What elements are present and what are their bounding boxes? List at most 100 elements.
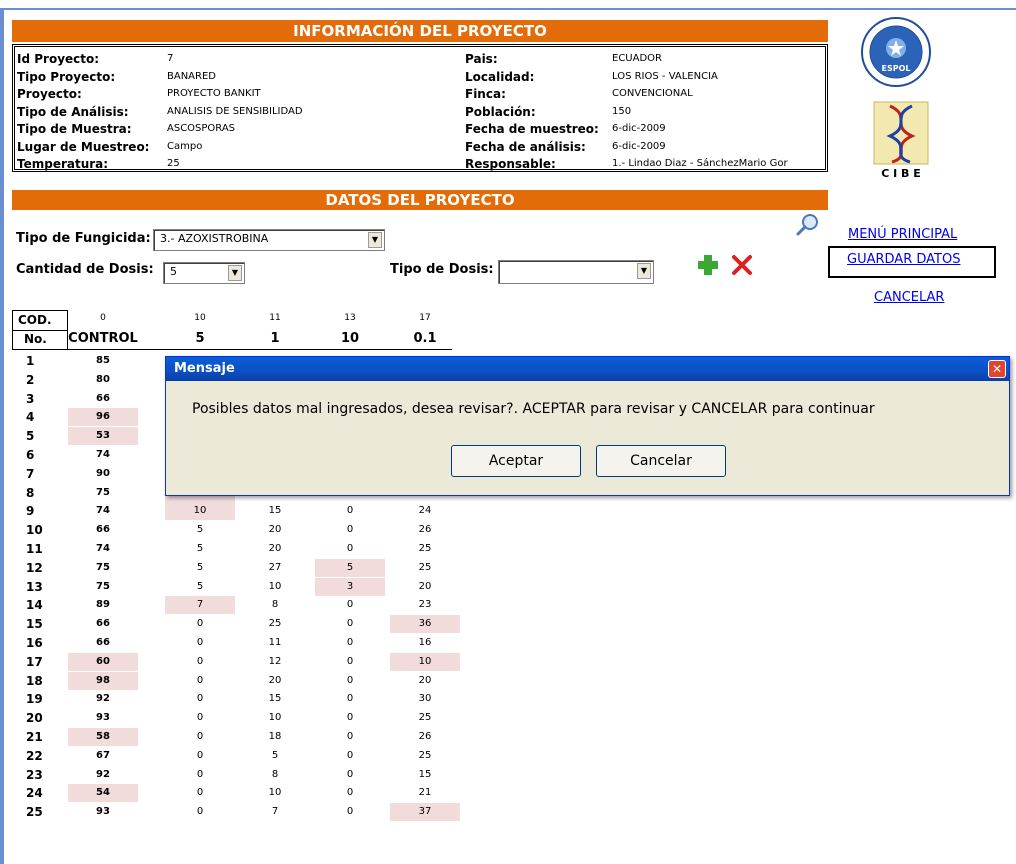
table-cell[interactable]: 7 — [240, 803, 310, 821]
table-cell[interactable]: 0 — [315, 540, 385, 558]
table-cell[interactable]: 0 — [165, 615, 235, 633]
search-icon[interactable] — [795, 212, 821, 238]
table-cell[interactable]: 0 — [315, 728, 385, 746]
table-cell[interactable]: 93 — [68, 709, 138, 727]
table-cell[interactable]: 10 — [240, 578, 310, 596]
table-cell[interactable]: 0 — [165, 653, 235, 671]
table-cell[interactable]: 92 — [68, 766, 138, 784]
table-cell[interactable]: 0 — [315, 596, 385, 614]
table-cell[interactable]: 96 — [68, 408, 138, 427]
table-cell[interactable]: 15 — [240, 690, 310, 708]
table-cell[interactable]: 5 — [165, 578, 235, 596]
table-cell[interactable]: 26 — [390, 521, 460, 539]
table-cell[interactable]: 11 — [240, 634, 310, 652]
table-cell[interactable]: 26 — [390, 728, 460, 746]
table-cell[interactable]: 0 — [315, 672, 385, 690]
table-cell[interactable]: 10 — [390, 652, 460, 671]
table-cell[interactable]: 0 — [165, 709, 235, 727]
table-cell[interactable]: 74 — [68, 502, 138, 520]
table-cell[interactable]: 20 — [240, 672, 310, 690]
table-cell[interactable]: 21 — [390, 784, 460, 802]
table-cell[interactable]: 10 — [165, 502, 235, 521]
table-cell[interactable]: 85 — [68, 352, 138, 370]
table-cell[interactable]: 12 — [240, 653, 310, 671]
table-cell[interactable]: 5 — [165, 540, 235, 558]
table-cell[interactable]: 66 — [68, 615, 138, 633]
table-cell[interactable]: 0 — [315, 747, 385, 765]
table-cell[interactable]: 60 — [68, 652, 138, 671]
table-cell[interactable]: 18 — [240, 728, 310, 746]
table-cell[interactable]: 92 — [68, 690, 138, 708]
table-cell[interactable]: 0 — [315, 690, 385, 708]
table-cell[interactable]: 0 — [315, 709, 385, 727]
add-icon[interactable] — [696, 253, 720, 277]
delete-icon[interactable] — [730, 253, 754, 277]
table-cell[interactable]: 0 — [315, 766, 385, 784]
table-cell[interactable]: 75 — [68, 559, 138, 577]
menu-principal-link[interactable]: MENÚ PRINCIPAL — [848, 227, 957, 242]
guardar-datos-link[interactable]: GUARDAR DATOS — [847, 252, 960, 267]
table-cell[interactable]: 10 — [240, 709, 310, 727]
table-cell[interactable]: 24 — [390, 502, 460, 520]
table-cell[interactable]: 15 — [390, 766, 460, 784]
table-cell[interactable]: 20 — [390, 672, 460, 690]
table-cell[interactable]: 0 — [165, 728, 235, 746]
table-cell[interactable]: 0 — [165, 634, 235, 652]
table-cell[interactable]: 75 — [68, 578, 138, 596]
table-cell[interactable]: 0 — [315, 521, 385, 539]
chevron-down-icon[interactable]: ▼ — [368, 232, 382, 248]
table-cell[interactable]: 5 — [240, 747, 310, 765]
table-cell[interactable]: 8 — [240, 766, 310, 784]
table-cell[interactable]: 20 — [240, 521, 310, 539]
table-cell[interactable]: 0 — [315, 502, 385, 520]
table-cell[interactable]: 66 — [68, 634, 138, 652]
table-cell[interactable]: 0 — [165, 766, 235, 784]
tipo-dosis-select[interactable]: ▼ — [498, 260, 654, 284]
table-cell[interactable]: 0 — [165, 803, 235, 821]
close-icon[interactable]: ✕ — [988, 360, 1006, 378]
table-cell[interactable]: 25 — [390, 747, 460, 765]
cancelar-link[interactable]: CANCELAR — [874, 290, 944, 305]
table-cell[interactable]: 25 — [390, 540, 460, 558]
table-cell[interactable]: 5 — [165, 559, 235, 577]
table-cell[interactable]: 0 — [315, 634, 385, 652]
table-cell[interactable]: 80 — [68, 371, 138, 389]
table-cell[interactable]: 27 — [240, 559, 310, 577]
fungicida-select[interactable]: 3.- AZOXISTROBINA ▼ — [153, 229, 385, 251]
table-cell[interactable]: 74 — [68, 540, 138, 558]
table-cell[interactable]: 75 — [68, 484, 138, 502]
table-cell[interactable]: 20 — [240, 540, 310, 558]
cantidad-select[interactable]: 5 ▼ — [163, 262, 245, 284]
table-cell[interactable]: 15 — [240, 502, 310, 520]
table-cell[interactable]: 0 — [315, 784, 385, 802]
table-cell[interactable]: 16 — [390, 634, 460, 652]
table-cell[interactable]: 5 — [315, 558, 385, 577]
table-cell[interactable]: 53 — [68, 427, 138, 446]
chevron-down-icon[interactable]: ▼ — [637, 263, 651, 279]
table-cell[interactable]: 25 — [390, 559, 460, 577]
table-cell[interactable]: 0 — [315, 803, 385, 821]
chevron-down-icon[interactable]: ▼ — [228, 265, 242, 281]
table-cell[interactable]: 66 — [68, 521, 138, 539]
table-cell[interactable]: 67 — [68, 747, 138, 765]
table-cell[interactable]: 0 — [165, 672, 235, 690]
table-cell[interactable]: 3 — [315, 577, 385, 596]
table-cell[interactable]: 93 — [68, 803, 138, 821]
table-cell[interactable]: 0 — [165, 784, 235, 802]
table-cell[interactable]: 37 — [390, 803, 460, 822]
accept-button[interactable]: Aceptar — [451, 445, 581, 477]
table-cell[interactable]: 89 — [68, 596, 138, 614]
table-cell[interactable]: 0 — [315, 653, 385, 671]
table-cell[interactable]: 0 — [315, 615, 385, 633]
table-cell[interactable]: 20 — [390, 578, 460, 596]
table-cell[interactable]: 7 — [165, 596, 235, 615]
table-cell[interactable]: 10 — [240, 784, 310, 802]
table-cell[interactable]: 5 — [165, 521, 235, 539]
cancel-button[interactable]: Cancelar — [596, 445, 726, 477]
table-cell[interactable]: 66 — [68, 390, 138, 408]
table-cell[interactable]: 0 — [165, 747, 235, 765]
table-cell[interactable]: 58 — [68, 728, 138, 746]
table-cell[interactable]: 30 — [390, 690, 460, 708]
table-cell[interactable]: 0 — [165, 690, 235, 708]
table-cell[interactable]: 90 — [68, 465, 138, 483]
